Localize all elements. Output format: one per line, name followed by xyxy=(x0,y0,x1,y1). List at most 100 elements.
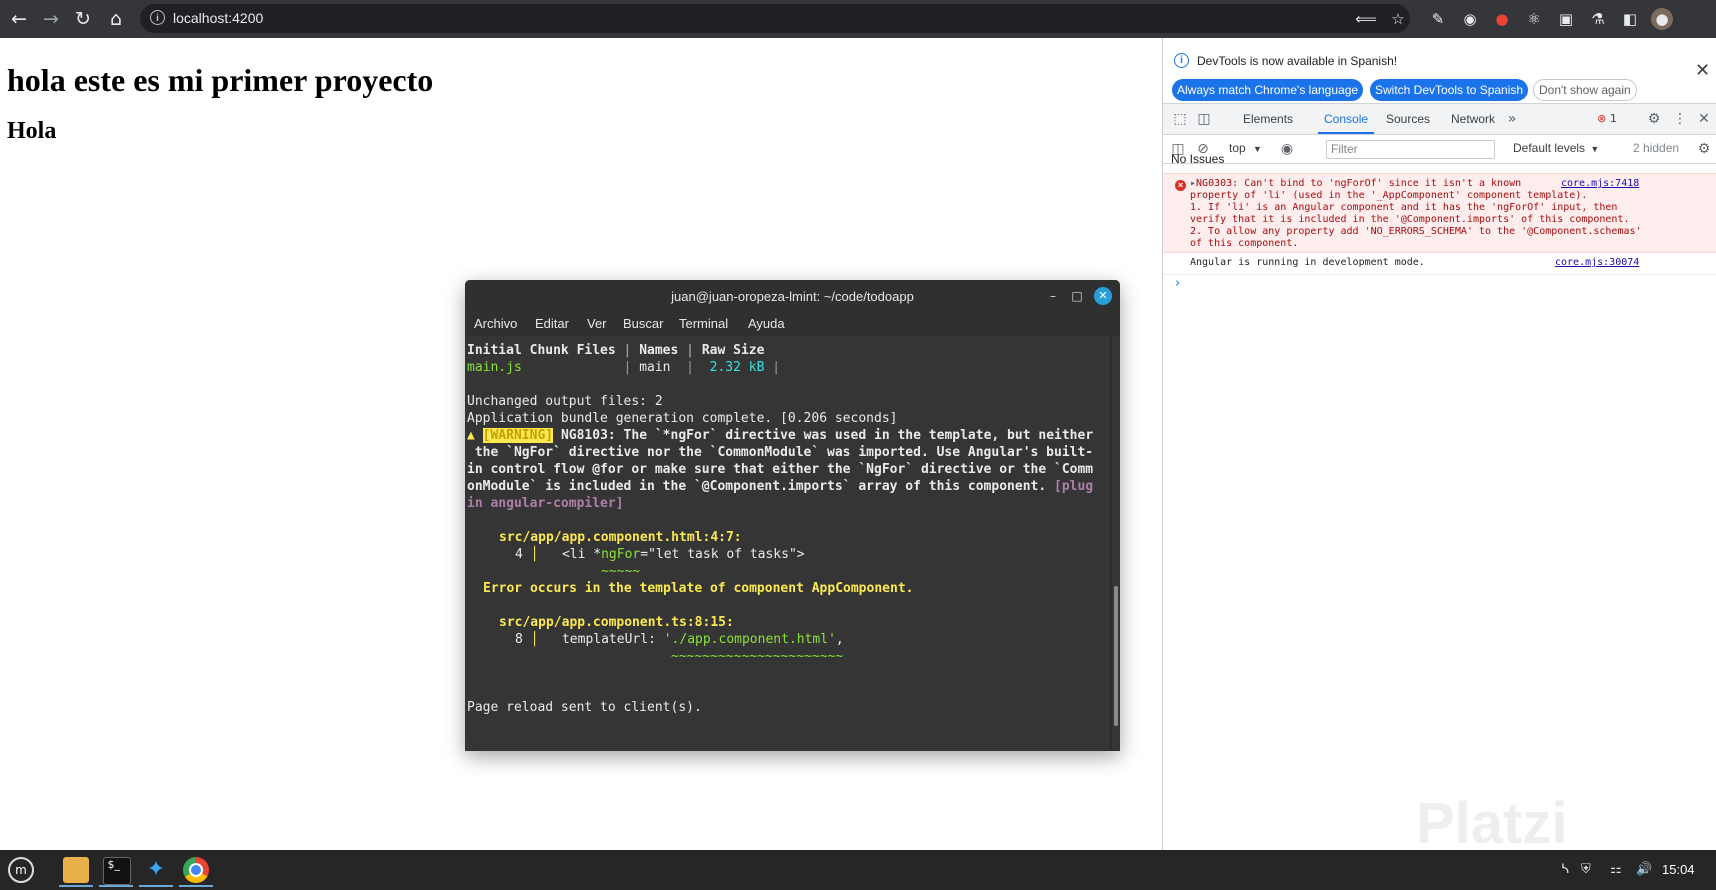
bundle-complete-line: Application bundle generation complete. … xyxy=(467,411,898,426)
mint-logo-icon: m xyxy=(8,857,34,883)
taskbar: m $_ ✦ ᓴ ⛨ ⚏ 🔊 15:04 xyxy=(0,850,1716,890)
info-icon[interactable]: i xyxy=(150,10,165,25)
terminal-titlebar[interactable]: juan@juan-oropeza-lmint: ~/code/todoapp … xyxy=(465,280,1120,312)
unchanged-files-line: Unchanged output files: 2 xyxy=(467,394,663,409)
code-line-1: 4 │ <li *ngFor="let task of tasks"> xyxy=(515,547,805,562)
chrome-app-icon xyxy=(183,857,209,883)
maximize-icon[interactable]: □ xyxy=(1069,288,1085,304)
folder-icon xyxy=(63,857,89,883)
clock[interactable]: 15:04 xyxy=(1662,862,1695,877)
devtools-tabs: ⬚ ◫ Elements Console Sources Network » ⊗… xyxy=(1163,104,1716,135)
switch-spanish-button[interactable]: Switch DevTools to Spanish xyxy=(1370,79,1529,101)
console-error-message[interactable]: × ▸NG0303: Can't bind to 'ngForOf' since… xyxy=(1163,173,1716,253)
reload-line: Page reload sent to client(s). xyxy=(467,700,702,715)
back-icon[interactable]: ← xyxy=(6,6,32,32)
menu-ver[interactable]: Ver xyxy=(587,316,607,331)
settings-icon[interactable]: ⚙ xyxy=(1645,110,1663,128)
address-bar[interactable]: i localhost:4200 xyxy=(140,4,1410,33)
console-toolbar: ◫ ⊘ top ▼ ◉ Filter Default levels ▼ 2 hi… xyxy=(1163,135,1716,164)
chrome-icon[interactable] xyxy=(177,853,215,887)
flask-icon[interactable]: ⚗ xyxy=(1587,8,1609,30)
menu-archivo[interactable]: Archivo xyxy=(474,316,517,331)
underline-1: ~~~~~ xyxy=(601,564,641,579)
pen-icon[interactable]: ✎ xyxy=(1427,8,1449,30)
error-icon: × xyxy=(1175,180,1186,191)
infobar-message: DevTools is now available in Spanish! xyxy=(1197,54,1398,68)
forward-icon[interactable]: → xyxy=(38,6,64,32)
share-icon[interactable]: ⟸ xyxy=(1355,8,1377,30)
warning-badge: [WARNING] xyxy=(482,428,554,443)
sidebar-icon[interactable]: ◧ xyxy=(1619,8,1641,30)
log-levels-dropdown[interactable]: Default levels ▼ xyxy=(1513,141,1599,155)
terminal-scrollbar[interactable] xyxy=(1112,336,1120,751)
tab-network[interactable]: Network xyxy=(1451,104,1495,134)
puzzle-icon[interactable]: ▣ xyxy=(1555,8,1577,30)
react-icon[interactable]: ⚛ xyxy=(1523,8,1545,30)
bluetooth-icon[interactable]: ᓴ xyxy=(1561,862,1569,877)
reload-icon[interactable]: ↻ xyxy=(70,6,96,32)
shield-icon[interactable]: ⛨ xyxy=(1581,862,1591,877)
tab-sources[interactable]: Sources xyxy=(1386,104,1430,134)
home-icon[interactable]: ⌂ xyxy=(103,6,129,32)
issues-status[interactable]: No Issues xyxy=(1171,152,1224,166)
close-devtools-icon[interactable]: ✕ xyxy=(1695,110,1713,128)
red-extension-icon[interactable]: ● xyxy=(1491,8,1513,30)
close-icon[interactable]: ✕ xyxy=(1695,60,1710,81)
terminal-menubar: Archivo Editar Ver Buscar Terminal Ayuda xyxy=(465,312,1120,336)
tab-console[interactable]: Console xyxy=(1318,104,1375,134)
context-selector[interactable]: top ▼ xyxy=(1229,141,1262,155)
avatar[interactable]: ● xyxy=(1651,8,1673,30)
close-icon[interactable]: ✕ xyxy=(1094,287,1112,305)
log-source-link[interactable]: core.mjs:30074 xyxy=(1555,257,1639,268)
inspect-icon[interactable]: ⬚ xyxy=(1171,110,1189,128)
terminal-window: juan@juan-oropeza-lmint: ~/code/todoapp … xyxy=(465,280,1120,751)
menu-ayuda[interactable]: Ayuda xyxy=(748,316,785,331)
kebab-menu-icon[interactable]: ⋮ xyxy=(1671,110,1689,128)
terminal-title: juan@juan-oropeza-lmint: ~/code/todoapp xyxy=(671,289,914,304)
console-prompt-icon[interactable]: › xyxy=(1175,276,1180,291)
underline-2: ~~~~~~~~~~~~~~~~~~~~~~ xyxy=(671,649,844,664)
browser-toolbar: ← → ↻ ⌂ i localhost:4200 ⟸ ☆ ✎ ◉ ● ⚛ ▣ ⚗… xyxy=(0,0,1716,38)
menu-terminal[interactable]: Terminal xyxy=(679,316,728,331)
device-toggle-icon[interactable]: ◫ xyxy=(1195,110,1213,128)
scrollbar-thumb[interactable] xyxy=(1114,586,1118,726)
chunk-table-header: Initial Chunk Files | Names | Raw Size xyxy=(467,343,765,358)
page-heading: hola este es mi primer proyecto xyxy=(7,62,434,98)
warning-icon: ▲ xyxy=(467,428,475,443)
mint-menu-icon[interactable]: m xyxy=(2,853,40,887)
location-1: src/app/app.component.html:4:7: xyxy=(499,530,742,545)
match-language-button[interactable]: Always match Chrome's language xyxy=(1172,79,1364,101)
filter-input[interactable]: Filter xyxy=(1326,140,1495,159)
files-icon[interactable] xyxy=(57,853,95,887)
terminal-output[interactable]: Initial Chunk Files | Names | Raw Size m… xyxy=(465,336,1110,751)
location-2: src/app/app.component.ts:8:15: xyxy=(499,615,734,630)
camera-icon[interactable]: ◉ xyxy=(1459,8,1481,30)
error-icon: ⊗ xyxy=(1597,112,1607,125)
dont-show-again-button[interactable]: Don't show again xyxy=(1533,79,1637,101)
menu-buscar[interactable]: Buscar xyxy=(623,316,663,331)
network-icon[interactable]: ⚏ xyxy=(1610,862,1622,877)
log-text: Angular is running in development mode. xyxy=(1190,257,1425,268)
url-text[interactable]: localhost:4200 xyxy=(173,10,263,26)
error-source-link[interactable]: core.mjs:7418 xyxy=(1561,178,1639,189)
more-tabs-icon[interactable]: » xyxy=(1503,110,1521,128)
volume-icon[interactable]: 🔊 xyxy=(1636,862,1652,877)
platzi-watermark: Platzi xyxy=(1416,791,1568,856)
star-icon[interactable]: ☆ xyxy=(1387,8,1409,30)
terminal-app-icon: $_ xyxy=(103,857,131,885)
warning-line-1: ▲ [WARNING] NG8103: The `*ngFor` directi… xyxy=(467,428,1094,443)
chevron-down-icon: ▼ xyxy=(1253,144,1262,154)
error-count: 1 xyxy=(1609,112,1617,125)
eye-icon[interactable]: ◉ xyxy=(1278,140,1296,158)
minimize-icon[interactable]: – xyxy=(1045,288,1061,304)
chunk-table-row: main.js | main | 2.32 kB | xyxy=(467,360,781,375)
vscode-icon[interactable]: ✦ xyxy=(137,853,175,887)
error-count-badge[interactable]: ⊗ 1 xyxy=(1591,110,1623,128)
page-subheading: Hola xyxy=(7,118,57,144)
code-line-2: 8 │ templateUrl: './app.component.html', xyxy=(515,632,844,647)
console-log-message: Angular is running in development mode. … xyxy=(1163,252,1716,275)
tab-elements[interactable]: Elements xyxy=(1243,104,1293,134)
terminal-icon[interactable]: $_ xyxy=(97,853,135,887)
menu-editar[interactable]: Editar xyxy=(535,316,569,331)
console-settings-icon[interactable]: ⚙ xyxy=(1695,140,1713,158)
